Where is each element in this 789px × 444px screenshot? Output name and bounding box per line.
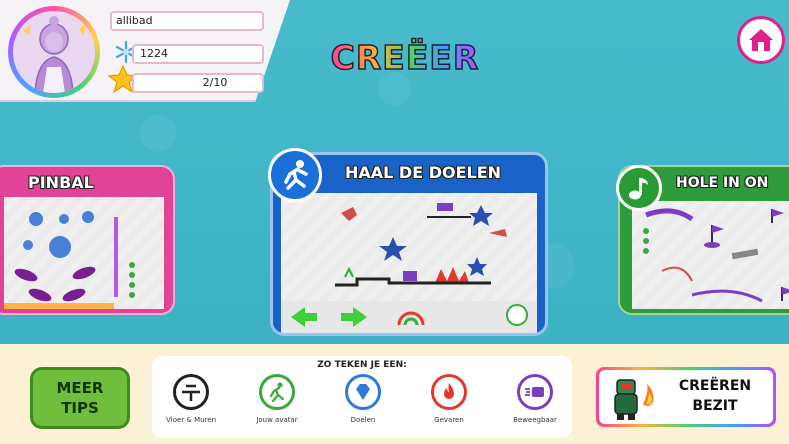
- creeren-bezit-button[interactable]: CREËREN BEZIT: [596, 367, 776, 427]
- tip-label: Vloer & Muren: [165, 416, 217, 424]
- card-label-pinbal: PINBAL: [28, 173, 94, 192]
- tip-doelen[interactable]: Doelen: [328, 374, 398, 424]
- haal-preview: [281, 193, 537, 333]
- tip-label: Doelen: [350, 416, 376, 424]
- tip-label: Gevaren: [434, 416, 464, 424]
- tip-label: Jouw avatar: [256, 416, 298, 424]
- diamond-icon: [356, 384, 370, 400]
- page-title: CREËER: [330, 37, 480, 84]
- creeren-line1: CREËREN: [678, 378, 752, 394]
- home-button[interactable]: [737, 16, 785, 64]
- meer-tips-button[interactable]: MEER TIPS: [30, 367, 130, 429]
- tip-label: Beweegbaar: [513, 416, 557, 424]
- card-label-haal-de-doelen: HAAL DE DOELEN: [345, 163, 502, 182]
- tip-gevaren[interactable]: Gevaren: [414, 374, 484, 424]
- meer-tips-line2: TIPS: [61, 399, 99, 417]
- runner-icon: [269, 382, 285, 403]
- moving-block-icon: [525, 387, 544, 397]
- howto-title: ZO TEKEN JE EEN:: [317, 360, 407, 370]
- snowflake-count: 1224: [132, 44, 264, 64]
- creator-character-icon: [614, 379, 654, 420]
- floor-wall-icon: [182, 384, 200, 401]
- level-preview-icon: [281, 203, 537, 333]
- username-field: allibad: [110, 11, 264, 31]
- golf-course-icon: [643, 208, 789, 303]
- tip-vloer-muren[interactable]: Vloer & Muren: [156, 374, 226, 424]
- pinbal-preview: [4, 197, 164, 309]
- hole-preview: [632, 201, 789, 309]
- music-badge: [616, 165, 662, 211]
- game-card-pinbal[interactable]: PINBAL: [0, 165, 175, 315]
- meer-tips-line1: MEER: [56, 379, 104, 397]
- card-label-hole-in-one: HOLE IN ON: [676, 175, 769, 191]
- fire-icon: [444, 383, 454, 399]
- music-note-icon: [629, 178, 648, 200]
- tip-beweegbaar[interactable]: Beweegbaar: [500, 374, 570, 424]
- creeren-line2: BEZIT: [692, 398, 738, 414]
- tip-jouw-avatar[interactable]: Jouw avatar: [242, 374, 312, 424]
- runner-badge: [268, 148, 322, 202]
- star-progress: 2/10: [132, 73, 264, 93]
- runner-icon: [284, 160, 308, 190]
- avatar-figure-icon: [13, 11, 95, 93]
- home-icon: [749, 29, 773, 51]
- howto-panel: ZO TEKEN JE EEN: Vloer & Muren Jouw avat…: [152, 356, 572, 438]
- avatar[interactable]: [8, 6, 100, 98]
- pinball-board-icon: [4, 211, 135, 309]
